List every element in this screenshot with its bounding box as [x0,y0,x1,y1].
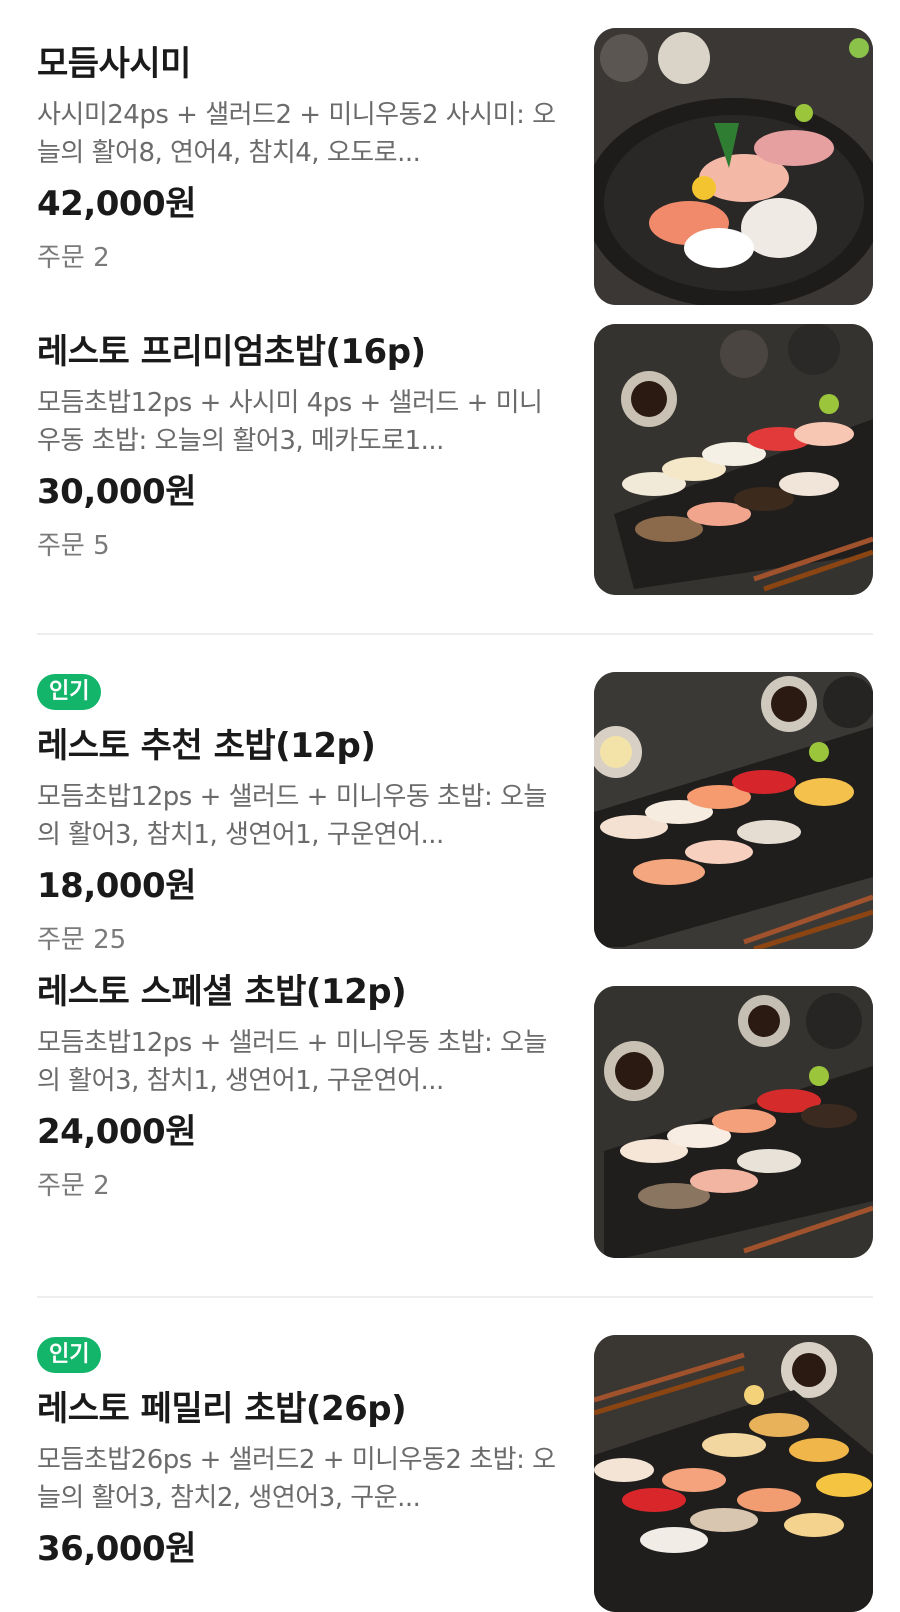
menu-item-info: 레스토 스페셜 초밥(12p) 모듬초밥12ps + 샐러드 + 미니우동 초밥… [37,970,557,1204]
menu-item-price: 24,000원 [37,1112,196,1152]
menu-item-order-count: 주문 5 [37,531,110,561]
menu-item-price: 36,000원 [37,1529,196,1569]
menu-item-price: 18,000원 [37,866,196,906]
menu-item-title: 레스토 스페셜 초밥(12p) [37,972,407,1012]
menu-item-description: 모듬초밥26ps + 샐러드2 + 미니우동2 초밥: 오늘의 활어3, 참치2… [37,1445,556,1513]
popular-badge: 인기 [37,1337,102,1373]
menu-item-moodeum-sashimi[interactable]: 모듬사시미 사시미24ps + 샐러드2 + 미니우동2 사시미: 오늘의 활어… [0,0,900,310]
menu-item-info: 레스토 프리미엄초밥(16p) 모듬초밥12ps + 사시미 4ps + 샐러드… [37,330,557,564]
menu-item-order-count: 주문 2 [37,1171,110,1201]
menu-item-description: 사시미24ps + 샐러드2 + 미니우동2 사시미: 오늘의 활어8, 연어4… [37,100,556,168]
menu-item-family-sushi[interactable]: 인기 레스토 페밀리 초밥(26p) 모듬초밥26ps + 샐러드2 + 미니우… [0,1323,900,1612]
premium-sushi-photo[interactable] [594,324,873,595]
family-sushi-photo[interactable] [594,1335,873,1612]
popular-badge: 인기 [37,674,102,710]
menu-item-special-sushi[interactable]: 레스토 스페셜 초밥(12p) 모듬초밥12ps + 샐러드 + 미니우동 초밥… [0,970,900,1270]
section-divider [37,633,873,635]
menu-item-description: 모듬초밥12ps + 사시미 4ps + 샐러드 + 미니우동 초밥: 오늘의 … [37,388,543,456]
menu-item-title: 레스토 추천 초밥(12p) [37,726,376,766]
menu-item-price: 42,000원 [37,184,196,224]
menu-item-info: 인기 레스토 추천 초밥(12p) 모듬초밥12ps + 샐러드 + 미니우동 … [37,674,557,958]
menu-item-premium-sushi[interactable]: 레스토 프리미엄초밥(16p) 모듬초밥12ps + 사시미 4ps + 샐러드… [0,310,900,620]
menu-item-description: 모듬초밥12ps + 샐러드 + 미니우동 초밥: 오늘의 활어3, 참치1, … [37,782,547,850]
menu-item-title: 모듬사시미 [37,44,191,84]
menu-list: 모듬사시미 사시미24ps + 샐러드2 + 미니우동2 사시미: 오늘의 활어… [0,0,900,1612]
menu-item-price: 30,000원 [37,472,196,512]
menu-item-title: 레스토 페밀리 초밥(26p) [37,1389,407,1429]
menu-item-recommended-sushi[interactable]: 인기 레스토 추천 초밥(12p) 모듬초밥12ps + 샐러드 + 미니우동 … [0,660,900,970]
menu-item-order-count: 주문 2 [37,243,110,273]
special-sushi-photo[interactable] [594,986,873,1258]
section-divider [37,1296,873,1298]
sashimi-platter-photo[interactable] [594,28,873,305]
menu-item-description: 모듬초밥12ps + 샐러드 + 미니우동 초밥: 오늘의 활어3, 참치1, … [37,1028,547,1096]
menu-item-order-count: 주문 25 [37,925,127,955]
menu-item-title: 레스토 프리미엄초밥(16p) [37,332,426,372]
recommended-sushi-photo[interactable] [594,672,873,949]
menu-item-info: 모듬사시미 사시미24ps + 샐러드2 + 미니우동2 사시미: 오늘의 활어… [37,42,557,276]
menu-item-info: 인기 레스토 페밀리 초밥(26p) 모듬초밥26ps + 샐러드2 + 미니우… [37,1337,557,1571]
